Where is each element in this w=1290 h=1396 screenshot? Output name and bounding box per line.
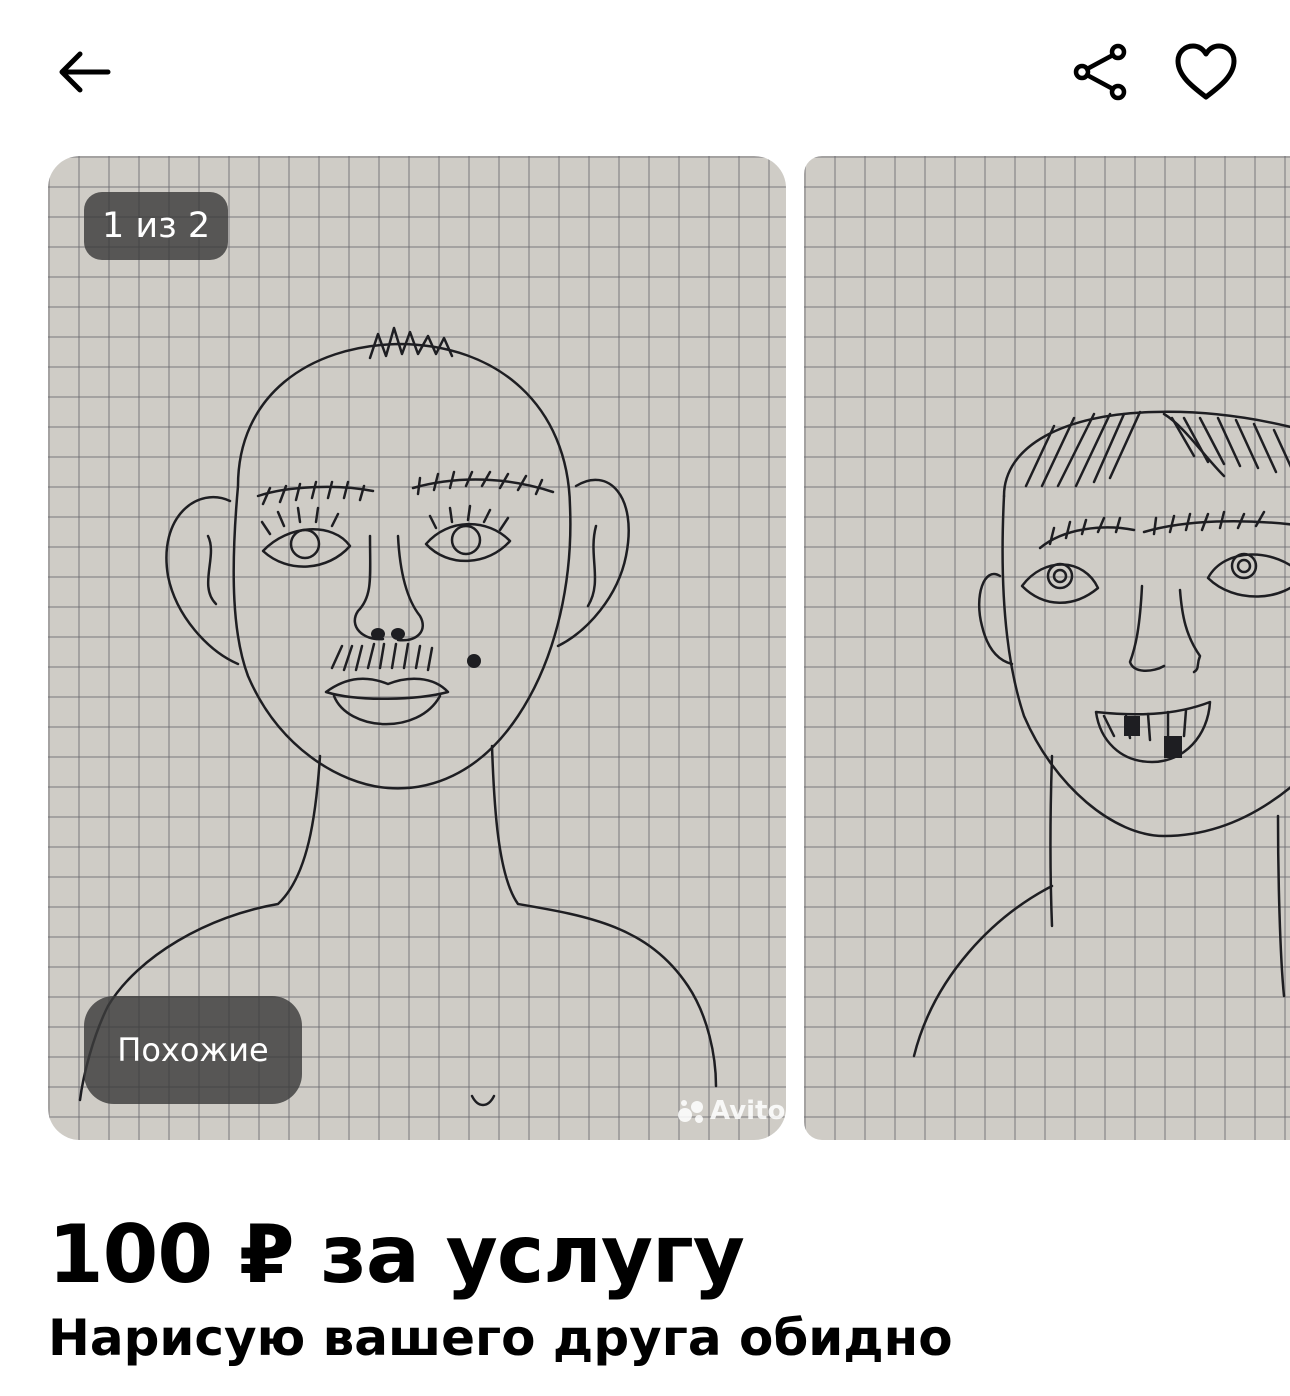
listing-photo-1[interactable] [48, 156, 786, 1140]
back-button[interactable] [44, 36, 124, 108]
avito-logo-icon [678, 1100, 703, 1123]
face-drawing-2 [912, 410, 1290, 1058]
arrow-left-icon [59, 51, 111, 93]
top-bar [0, 0, 1290, 150]
share-button[interactable] [1060, 34, 1140, 110]
listing-title: Нарисую вашего друга обидно [48, 1309, 953, 1367]
photo-gallery[interactable] [0, 156, 1290, 1140]
favorite-button[interactable] [1166, 34, 1246, 110]
similar-button[interactable]: Похожие [84, 996, 302, 1104]
listing-photo-2[interactable] [804, 156, 1290, 1140]
watermark-text: Avito [710, 1096, 786, 1126]
face-drawing-1 [78, 326, 718, 1107]
photo-counter: 1 из 2 [84, 192, 229, 260]
listing-price: 100 ₽ за услугу [48, 1208, 745, 1301]
heart-outline-icon [1175, 43, 1237, 100]
similar-button-label: Похожие [117, 1031, 269, 1069]
share-icon [1073, 43, 1127, 101]
avito-watermark: Avito [676, 1096, 785, 1126]
